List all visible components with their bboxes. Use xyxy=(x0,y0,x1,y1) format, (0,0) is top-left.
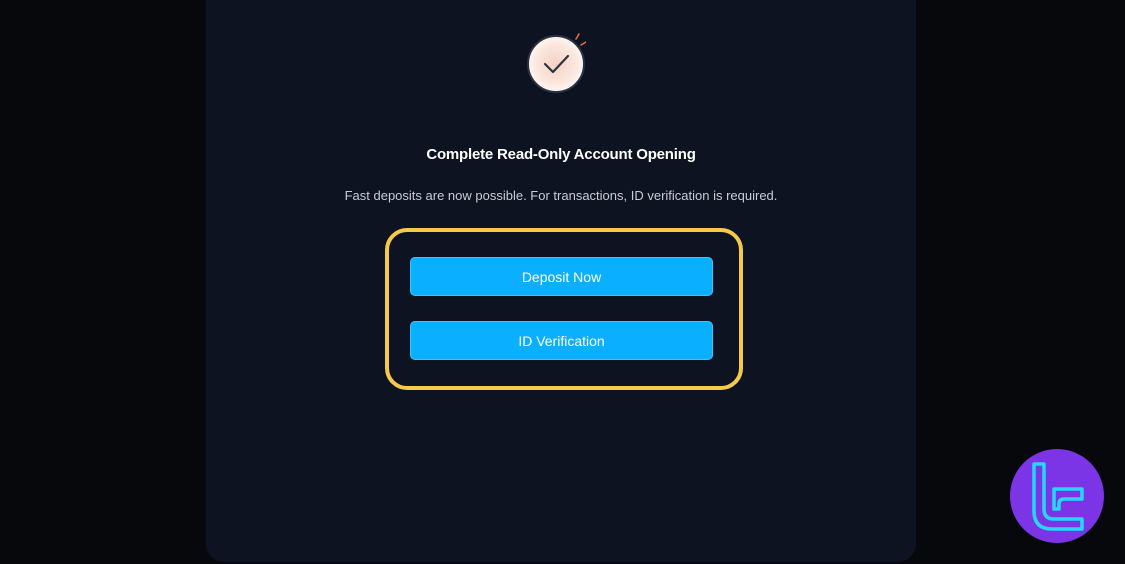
page: Complete Read-Only Account Opening Fast … xyxy=(0,0,1125,564)
check-circle-icon xyxy=(527,33,586,93)
dialog-title: Complete Read-Only Account Opening xyxy=(426,146,696,163)
dialog-message: Fast deposits are now possible. For tran… xyxy=(344,188,778,203)
brand-logo xyxy=(1010,449,1104,543)
deposit-now-button[interactable]: Deposit Now xyxy=(410,257,713,296)
id-verification-button[interactable]: ID Verification xyxy=(410,321,713,360)
highlight-frame xyxy=(385,228,743,390)
